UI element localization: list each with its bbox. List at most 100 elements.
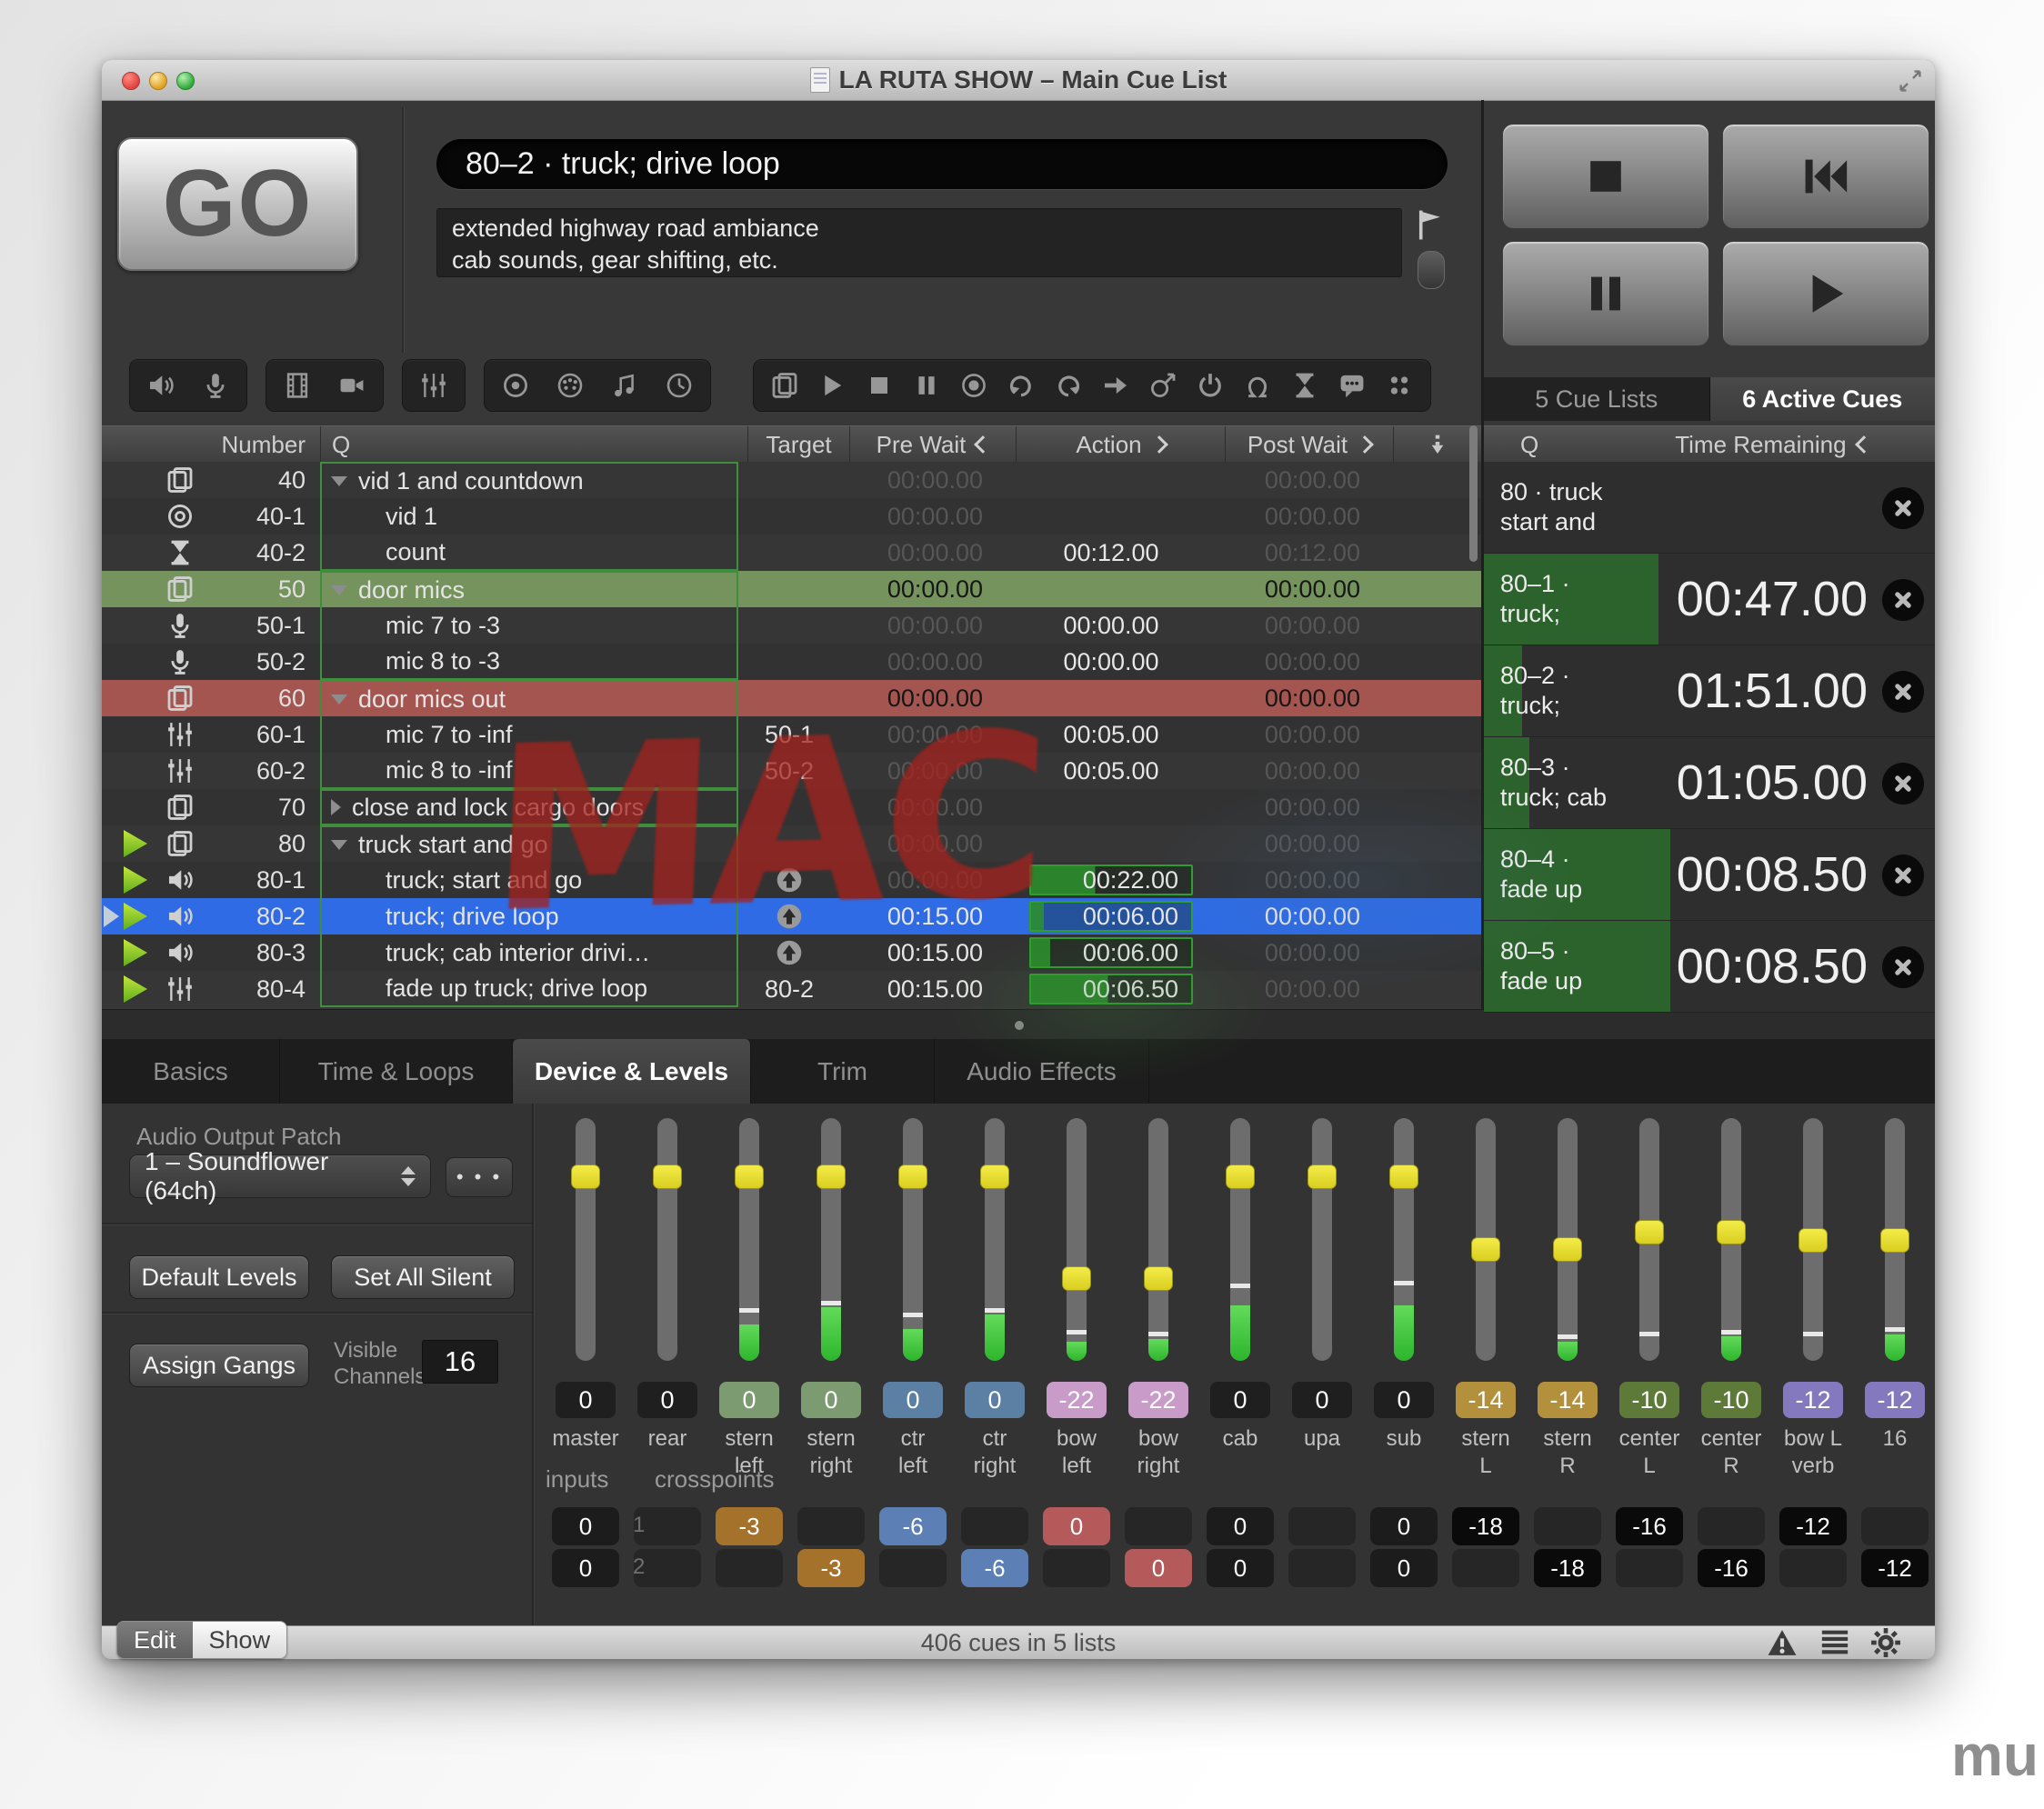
visible-channels-field[interactable]: 16: [422, 1340, 498, 1384]
disclosure-closed-icon[interactable]: [331, 799, 341, 815]
fader-track[interactable]: [1230, 1118, 1250, 1361]
tab-cue-lists[interactable]: 5 Cue Lists: [1484, 377, 1710, 421]
music-icon[interactable]: [610, 371, 639, 400]
stop-icon[interactable]: [865, 371, 894, 400]
play-button[interactable]: [1722, 241, 1929, 346]
crosspoint-cell[interactable]: 0: [1207, 1549, 1274, 1587]
fader-knob[interactable]: [1389, 1164, 1418, 1189]
crosspoint-cell[interactable]: [1616, 1549, 1683, 1587]
crosspoint-cell[interactable]: -3: [716, 1507, 783, 1545]
fader-track[interactable]: [1476, 1118, 1496, 1361]
cue-row-80[interactable]: 80truck start and go00:00.0000:00.00: [102, 825, 1481, 862]
redo-icon[interactable]: [1054, 371, 1083, 400]
crosspoint-cell[interactable]: [1288, 1549, 1356, 1587]
cue-number[interactable]: 50-2: [205, 644, 320, 680]
pause-icon[interactable]: [912, 371, 941, 400]
post-wait-cell[interactable]: 00:00.00: [1216, 934, 1384, 971]
crosspoint-cell[interactable]: [1288, 1507, 1356, 1545]
cue-row-50[interactable]: 50door mics00:00.0000:00.00: [102, 571, 1481, 607]
cue-name-cell[interactable]: truck; drive loop: [320, 898, 738, 934]
mic-icon[interactable]: [201, 371, 230, 400]
post-wait-cell[interactable]: 00:00.00: [1216, 680, 1384, 716]
active-cue-row[interactable]: 80 · truck start and: [1484, 462, 1935, 554]
action-cell[interactable]: [1007, 462, 1216, 498]
active-cue-row[interactable]: 80–2 · truck;01:51.00: [1484, 645, 1935, 737]
stop-cue-button[interactable]: [1882, 671, 1924, 713]
crosspoint-cell[interactable]: 0: [552, 1507, 619, 1545]
crosspoint-cell[interactable]: [797, 1507, 865, 1545]
pre-wait-cell[interactable]: 00:15.00: [840, 898, 1007, 934]
post-wait-cell[interactable]: 00:00.00: [1216, 498, 1384, 535]
fader-knob[interactable]: [653, 1164, 682, 1189]
undo-icon[interactable]: [1007, 371, 1036, 400]
column-post-wait[interactable]: Post Wait: [1225, 426, 1393, 463]
cue-row-80-3[interactable]: 80-3truck; cab interior drivi…00:15.0000…: [102, 934, 1481, 971]
channel-level-value[interactable]: -14: [1456, 1382, 1516, 1418]
cue-row-80-1[interactable]: 80-1truck; start and go00:00.0000:22.000…: [102, 862, 1481, 898]
warning-icon[interactable]: [1766, 1626, 1799, 1659]
pre-wait-cell[interactable]: 00:00.00: [840, 607, 1007, 644]
cue-name-cell[interactable]: mic 7 to -3: [320, 607, 738, 644]
patch-settings-button[interactable]: • • •: [446, 1157, 513, 1197]
fader-knob[interactable]: [980, 1164, 1009, 1189]
cue-number[interactable]: 60-2: [205, 753, 320, 789]
fader-track[interactable]: [1558, 1118, 1578, 1361]
crosspoint-cell[interactable]: [1125, 1507, 1192, 1545]
cue-row-40-1[interactable]: 40-1vid 100:00.0000:00.00: [102, 498, 1481, 535]
action-cell[interactable]: [1007, 789, 1216, 825]
cue-name-cell[interactable]: mic 8 to -inf: [320, 753, 738, 789]
action-cell[interactable]: [1007, 825, 1216, 862]
fader-knob[interactable]: [817, 1164, 846, 1189]
cue-number[interactable]: 80-1: [205, 862, 320, 898]
fade-icon[interactable]: [419, 371, 448, 400]
pre-wait-cell[interactable]: 00:00.00: [840, 716, 1007, 753]
cue-number[interactable]: 80-4: [205, 971, 320, 1007]
cue-name-cell[interactable]: truck start and go: [320, 825, 738, 862]
channel-level-value[interactable]: 0: [883, 1382, 943, 1418]
set-all-silent-button[interactable]: Set All Silent: [331, 1255, 515, 1299]
cue-name-cell[interactable]: close and lock cargo doors: [320, 789, 738, 825]
crosspoint-cell[interactable]: 0: [1043, 1507, 1110, 1545]
action-cell[interactable]: 00:12.00: [1007, 535, 1216, 571]
disclosure-open-icon[interactable]: [331, 585, 347, 595]
hourglass-icon[interactable]: [1290, 371, 1319, 400]
cue-number[interactable]: 60-1: [205, 716, 320, 753]
channel-level-value[interactable]: -12: [1865, 1382, 1925, 1418]
fader-knob[interactable]: [1062, 1266, 1091, 1291]
cue-name-cell[interactable]: mic 7 to -inf: [320, 716, 738, 753]
column-pre-wait[interactable]: Pre Wait: [849, 426, 1016, 463]
cue-number[interactable]: 80-2: [205, 898, 320, 934]
crosspoint-cell[interactable]: [1698, 1507, 1765, 1545]
cue-name-cell[interactable]: fade up truck; drive loop: [320, 971, 738, 1007]
fader-track[interactable]: [1803, 1118, 1823, 1361]
stop-cue-button[interactable]: [1882, 855, 1924, 896]
cue-row-60-2[interactable]: 60-2mic 8 to -inf50-200:00.0000:05.0000:…: [102, 753, 1481, 789]
post-wait-cell[interactable]: 00:00.00: [1216, 971, 1384, 1007]
go-button[interactable]: GO: [117, 137, 358, 271]
cue-number[interactable]: 80-3: [205, 934, 320, 971]
crosspoint-cell[interactable]: [1043, 1549, 1110, 1587]
channel-level-value[interactable]: 0: [719, 1382, 779, 1418]
stop-cue-button[interactable]: [1882, 763, 1924, 805]
crosspoint-cell[interactable]: [1861, 1507, 1929, 1545]
cue-row-50-2[interactable]: 50-2mic 8 to -300:00.0000:00.0000:00.00: [102, 644, 1481, 680]
cue-row-50-1[interactable]: 50-1mic 7 to -300:00.0000:00.0000:00.00: [102, 607, 1481, 644]
camera-icon[interactable]: [337, 371, 366, 400]
tab-audio-effects[interactable]: Audio Effects: [935, 1039, 1149, 1104]
fader-knob[interactable]: [1880, 1228, 1909, 1253]
cue-number[interactable]: 40: [205, 462, 320, 498]
goto-icon[interactable]: [1101, 371, 1130, 400]
cue-name-cell[interactable]: vid 1 and countdown: [320, 462, 738, 498]
crosspoint-cell[interactable]: 0: [1370, 1507, 1438, 1545]
crosspoint-cell[interactable]: -12: [1861, 1549, 1929, 1587]
pre-wait-cell[interactable]: 00:00.00: [840, 753, 1007, 789]
play-icon[interactable]: [817, 371, 847, 400]
cue-number[interactable]: 40-1: [205, 498, 320, 535]
fader-track[interactable]: [657, 1118, 677, 1361]
fader-knob[interactable]: [898, 1164, 927, 1189]
crosspoint-cell[interactable]: [716, 1549, 783, 1587]
crosspoint-cell[interactable]: -16: [1616, 1507, 1683, 1545]
pre-wait-cell[interactable]: 00:00.00: [840, 789, 1007, 825]
scroll-dot[interactable]: [1015, 1021, 1024, 1030]
flag-icon[interactable]: [1414, 205, 1447, 244]
